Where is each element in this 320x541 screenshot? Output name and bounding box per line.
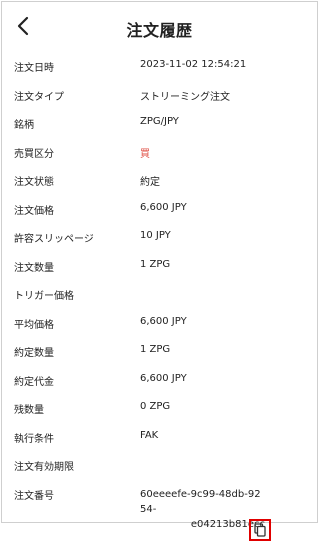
row-label: 注文番号 [14,490,54,502]
order-history-screen: 注文履歴 注文日時 2023-11-02 12:54:21 注文タイプ ストリー… [1,1,318,541]
row-label: 注文状態 [14,177,54,188]
row-expiration: 注文有効期限 [2,449,317,478]
row-value: 6,600 JPY [140,201,187,213]
row-label: 約定代金 [14,376,54,388]
row-value: 約定 [140,177,160,188]
row-value: 買 [140,148,150,160]
row-value: 6,600 JPY [140,372,187,384]
row-label: 平均価格 [14,319,54,331]
row-execution-condition: 執行条件 FAK [2,421,317,450]
row-order-number: 注文番号 60eeeefe-9c99-48db-9254- e04213b81e… [2,478,317,541]
row-order-price: 注文価格 6,600 JPY [2,193,317,222]
row-order-quantity: 注文数量 1 ZPG [2,250,317,279]
row-value: 0 ZPG [140,401,171,412]
row-value: ストリーミング注文 [140,91,230,103]
row-value: ZPG/JPY [140,116,179,127]
copy-button[interactable] [249,518,271,541]
row-label: 残数量 [14,405,44,416]
row-side: 売買区分 買 [2,136,317,165]
order-number-line1: 60eeeefe-9c99-48db-9254- [140,488,261,515]
row-slippage: 許容スリッページ 10 JPY [2,221,317,250]
row-trigger-price: トリガー価格 [2,278,317,307]
row-label: 注文有効期限 [14,462,74,473]
row-label: トリガー価格 [14,291,74,302]
row-value: 1 ZPG [140,344,171,355]
row-label: 売買区分 [14,148,54,160]
row-order-status: 注文状態 約定 [2,164,317,193]
page-title: 注文履歴 [126,21,193,40]
row-label: 執行条件 [14,433,54,445]
row-label: 注文価格 [14,205,54,217]
row-remaining-quantity: 残数量 0 ZPG [2,392,317,421]
row-order-datetime: 注文日時 2023-11-02 12:54:21 [2,50,317,79]
row-value: 10 JPY [140,230,171,241]
row-average-price: 平均価格 6,600 JPY [2,307,317,336]
order-detail-list: 注文日時 2023-11-02 12:54:21 注文タイプ ストリーミング注文… [2,50,317,541]
row-symbol: 銘柄 ZPG/JPY [2,107,317,136]
row-label: 銘柄 [14,120,34,131]
row-label: 約定数量 [14,348,54,359]
row-value: 2023-11-02 12:54:21 [140,59,247,70]
header: 注文履歴 [2,2,317,52]
row-label: 注文数量 [14,262,54,274]
row-value: 6,600 JPY [140,315,187,327]
row-label: 許容スリッページ [14,234,94,245]
row-order-type: 注文タイプ ストリーミング注文 [2,79,317,108]
row-label: 注文タイプ [14,91,64,103]
order-number-line2: e04213b81ecc [190,518,265,530]
row-value: FAK [140,429,159,441]
row-filled-amount: 約定代金 6,600 JPY [2,364,317,393]
row-filled-quantity: 約定数量 1 ZPG [2,335,317,364]
row-label: 注文日時 [14,63,54,74]
row-value: 1 ZPG [140,258,171,270]
